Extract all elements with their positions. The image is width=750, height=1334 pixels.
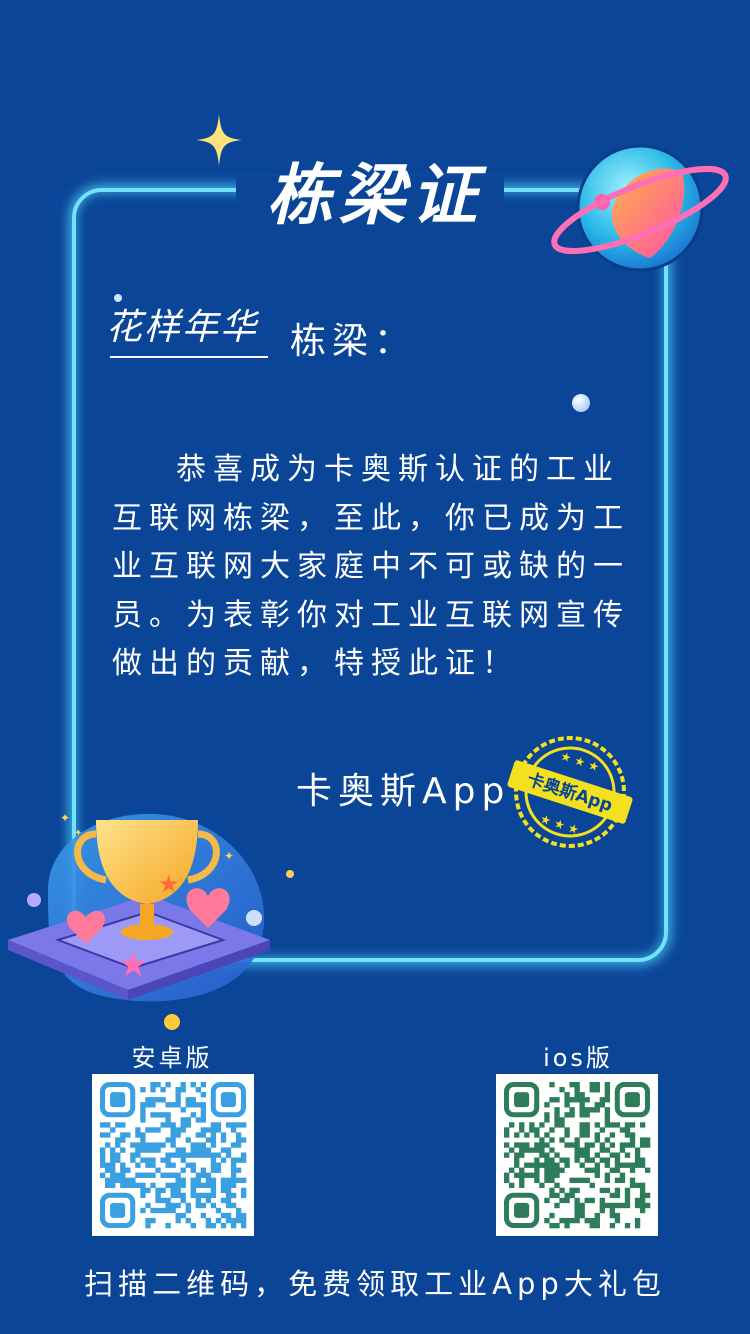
recipient-name: 花样年华 [106, 307, 259, 348]
footer-text: 扫描二维码，免费领取工业App大礼包 [84, 1267, 666, 1301]
certificate-title: 栋梁证 [267, 157, 483, 234]
recipient-suffix: 栋梁： [290, 321, 417, 362]
android-label: 安卓版 [131, 1044, 213, 1072]
svg-text:★: ★ [158, 870, 180, 898]
svg-text:★: ★ [118, 945, 148, 985]
issuer-name: 卡奥斯App [296, 771, 511, 812]
svg-text:✦: ✦ [74, 828, 82, 839]
certificate-body: 恭喜成为卡奥斯认证的工业互联网栋梁，至此，你已成为工业互联网大家庭中不可或缺的一… [112, 452, 630, 681]
svg-text:★ ★ ★: ★ ★ ★ [559, 749, 601, 775]
planet-icon [551, 144, 729, 272]
decor-dot [286, 870, 294, 878]
qr-code-icon [100, 1082, 247, 1229]
sparkle-icon [196, 114, 242, 166]
name-underline [110, 356, 268, 358]
decor-dot [572, 394, 590, 412]
ios-label: ios版 [543, 1044, 613, 1072]
android-qr-code[interactable] [92, 1074, 254, 1236]
decor-dot [114, 294, 122, 302]
ios-qr-code[interactable] [496, 1074, 658, 1236]
trophy-illustration: ★ ★ ✦ ✦ ✦ [8, 811, 270, 1002]
qr-code-icon [504, 1082, 651, 1229]
svg-text:✦: ✦ [60, 811, 70, 825]
seal-text: 卡奥斯App [525, 769, 616, 816]
seal-stamp: 卡奥斯App ★ ★ ★ ★ ★ ★ [507, 736, 633, 848]
svg-text:✦: ✦ [224, 849, 234, 863]
decor-dot [164, 1014, 180, 1030]
